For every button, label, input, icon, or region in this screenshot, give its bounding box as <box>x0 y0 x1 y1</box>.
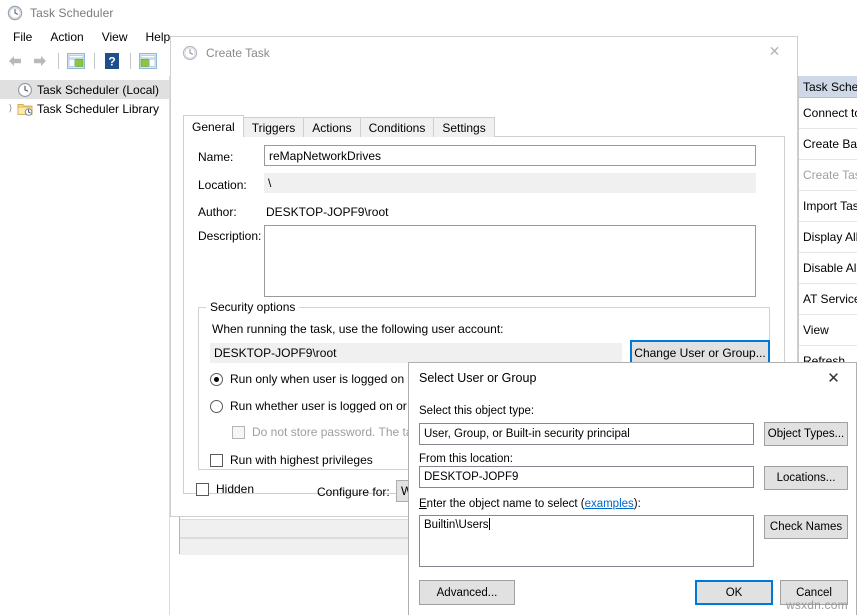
location-label: Location: <box>198 178 247 192</box>
actions-pane-header: Task Scheduler (Local) <box>799 76 857 98</box>
security-options-title: Security options <box>206 300 299 314</box>
toolbar-separator-2 <box>94 53 95 69</box>
action-at-service-account-configuration[interactable]: AT Service Account Configuration <box>799 284 857 315</box>
author-label: Author: <box>198 205 237 219</box>
object-type-field[interactable]: User, Group, or Built-in security princi… <box>419 423 754 445</box>
tab-conditions[interactable]: Conditions <box>360 117 435 137</box>
create-task-tabstrip: General Triggers Actions Conditions Sett… <box>183 115 494 137</box>
tree-expander-placeholder <box>4 83 17 96</box>
action-import-task[interactable]: Import Task... <box>799 191 857 222</box>
location-value: \ <box>264 173 756 193</box>
select-user-titlebar[interactable]: Select User or Group <box>409 363 856 393</box>
menu-action[interactable]: Action <box>41 28 92 46</box>
tree-item-task-scheduler-library[interactable]: ⟩ Task Scheduler Library <box>0 99 169 118</box>
description-textarea[interactable] <box>264 225 756 297</box>
object-type-label: Select this object type: <box>419 405 534 417</box>
configure-for-label: Configure for: <box>317 485 390 499</box>
author-value: DESKTOP-JOPF9\root <box>266 205 388 219</box>
toolbar-separator-3 <box>130 53 131 69</box>
create-task-title: Create Task <box>206 46 270 60</box>
ok-button[interactable]: OK <box>695 580 773 605</box>
radio-indicator <box>210 400 223 413</box>
radio-label: Run whether user is logged on or not <box>230 399 427 413</box>
menu-view[interactable]: View <box>93 28 137 46</box>
svg-text:?: ? <box>108 55 115 69</box>
object-types-button[interactable]: Object Types... <box>764 422 848 446</box>
object-name-label: Enter the object name to select (example… <box>419 498 641 510</box>
locations-button[interactable]: Locations... <box>764 466 848 490</box>
check-names-button[interactable]: Check Names <box>764 515 848 539</box>
help-button[interactable]: ? <box>100 50 124 72</box>
from-location-label: From this location: <box>419 453 513 465</box>
object-name-value: Builtin\Users <box>424 519 489 531</box>
account-prompt-label: When running the task, use the following… <box>212 322 504 336</box>
checkbox-label: Hidden <box>216 482 254 496</box>
main-titlebar: Task Scheduler <box>0 0 857 26</box>
show-hide-console-tree-button[interactable] <box>64 50 88 72</box>
tree-item-label: Task Scheduler (Local) <box>37 83 159 97</box>
action-disable-all-tasks-history[interactable]: Disable All Tasks History <box>799 253 857 284</box>
select-user-or-group-dialog: Select User or Group ✕ Select this objec… <box>408 362 857 615</box>
description-label: Description: <box>198 229 261 243</box>
checkbox-indicator <box>232 426 245 439</box>
checkbox-indicator <box>196 483 209 496</box>
results-pane-splitter[interactable] <box>171 516 180 554</box>
examples-link[interactable]: examples <box>585 498 634 510</box>
show-hide-action-pane-button[interactable] <box>136 50 160 72</box>
checkbox-run-with-highest-privileges[interactable]: Run with highest privileges <box>210 453 373 467</box>
select-user-title: Select User or Group <box>419 371 536 385</box>
action-display-all-running-tasks[interactable]: Display All Running Tasks <box>799 222 857 253</box>
name-label: Name: <box>198 150 233 164</box>
tree-item-task-scheduler-local[interactable]: Task Scheduler (Local) <box>0 80 169 99</box>
radio-run-only-when-logged-on[interactable]: Run only when user is logged on <box>210 372 404 386</box>
checkbox-indicator <box>210 454 223 467</box>
main-window-title: Task Scheduler <box>30 6 113 20</box>
clock-icon <box>182 45 198 61</box>
action-create-basic-task[interactable]: Create Basic Task... <box>799 129 857 160</box>
checkbox-hidden[interactable]: Hidden <box>196 482 254 496</box>
toolbar-separator <box>58 53 59 69</box>
tree-item-label: Task Scheduler Library <box>37 102 159 116</box>
create-task-titlebar[interactable]: Create Task <box>171 37 797 69</box>
text-caret <box>489 518 490 530</box>
radio-label: Run only when user is logged on <box>230 372 404 386</box>
object-name-textarea[interactable]: Builtin\Users <box>419 515 754 567</box>
watermark-text: wsxdn.com <box>786 598 848 612</box>
select-user-body: Select this object type: User, Group, or… <box>409 393 856 616</box>
folder-clock-icon <box>17 101 33 117</box>
user-account-value: DESKTOP-JOPF9\root <box>210 343 622 363</box>
radio-run-whether-logged-on-or-not[interactable]: Run whether user is logged on or not <box>210 399 427 413</box>
forward-button[interactable] <box>28 50 52 72</box>
close-icon[interactable]: ✕ <box>811 363 856 392</box>
action-view[interactable]: View <box>799 315 857 346</box>
tab-triggers[interactable]: Triggers <box>243 117 305 137</box>
object-name-label-post: ): <box>634 498 641 510</box>
back-button[interactable] <box>3 50 27 72</box>
action-connect-to-another-computer[interactable]: Connect to Another Computer... <box>799 98 857 129</box>
menu-file[interactable]: File <box>4 28 41 46</box>
tab-settings[interactable]: Settings <box>433 117 494 137</box>
clock-icon <box>17 82 33 98</box>
chevron-right-icon[interactable]: ⟩ <box>4 102 17 115</box>
close-icon[interactable]: ✕ <box>752 37 797 66</box>
advanced-button[interactable]: Advanced... <box>419 580 515 605</box>
tab-general[interactable]: General <box>183 115 244 137</box>
action-create-task: Create Task... <box>799 160 857 191</box>
object-name-label-accel: E <box>419 498 427 510</box>
checkbox-label: Run with highest privileges <box>230 453 373 467</box>
radio-indicator <box>210 373 223 386</box>
name-input[interactable] <box>264 145 756 166</box>
clock-icon <box>7 5 23 21</box>
console-tree-pane: Task Scheduler (Local) ⟩ Task Scheduler … <box>0 76 170 615</box>
object-name-label-pre: nter the object name to select ( <box>427 498 585 510</box>
from-location-field[interactable]: DESKTOP-JOPF9 <box>419 466 754 488</box>
tab-actions[interactable]: Actions <box>303 117 360 137</box>
